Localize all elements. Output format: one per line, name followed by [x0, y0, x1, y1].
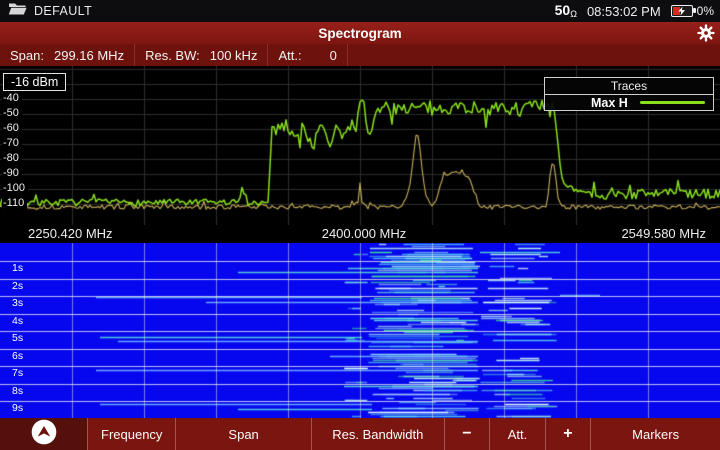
traces-legend[interactable]: Traces Max H	[544, 77, 714, 111]
y-tick: -90	[2, 167, 22, 180]
waterfall-canvas	[0, 243, 720, 418]
preset-button[interactable]: DEFAULT	[0, 1, 92, 21]
preset-name: DEFAULT	[34, 4, 93, 18]
battery-icon	[670, 5, 696, 17]
time-row-label: 9s	[12, 402, 24, 414]
y-tick: -100	[2, 182, 29, 195]
impedance-indicator[interactable]: 50Ω	[555, 2, 577, 20]
frequency-button[interactable]: Frequency	[87, 418, 175, 450]
time-row-label: 1s	[12, 262, 24, 274]
info-bar: Span: 299.16 MHz Res. BW: 100 kHz Att.: …	[0, 44, 720, 66]
time-row-label: 8s	[12, 385, 24, 397]
y-tick: -40	[2, 92, 22, 105]
att-label: Att.:	[278, 47, 302, 63]
battery-indicator: 0%	[670, 4, 714, 18]
home-button[interactable]	[0, 418, 88, 450]
attenuation-minus-button[interactable]: −	[443, 418, 490, 450]
status-right: 50Ω 08:53:02 PM 0%	[555, 2, 720, 20]
title-bar: Spectrogram	[0, 22, 720, 44]
y-tick: -110	[2, 197, 28, 210]
spectrum-plot: -40 -50 -60 -70 -80 -90 -100 -110 -16 dB…	[0, 66, 720, 225]
res-bandwidth-button[interactable]: Res. Bandwidth	[310, 418, 444, 450]
x-tick-center: 2400.000 MHz	[321, 226, 407, 241]
time-row-label: 5s	[12, 332, 24, 344]
y-tick: -70	[2, 137, 22, 150]
status-bar: DEFAULT 50Ω 08:53:02 PM 0%	[0, 0, 720, 22]
time-row-label: 4s	[12, 315, 24, 327]
spectrum-analyzer-app: DEFAULT 50Ω 08:53:02 PM 0% Spectrogram S…	[0, 0, 720, 450]
y-tick: -80	[2, 152, 22, 165]
rbw-value: 100 kHz	[209, 47, 258, 63]
time-row-label: 3s	[12, 297, 24, 309]
bottom-menu-bar: Frequency Span Res. Bandwidth − Att. + M…	[0, 418, 720, 450]
folder-icon	[8, 1, 27, 21]
clock: 08:53:02 PM	[586, 3, 661, 19]
legend-row-maxhold: Max H	[545, 95, 713, 110]
span-value: 299.16 MHz	[53, 47, 125, 63]
gear-icon[interactable]	[697, 24, 715, 42]
y-tick: -60	[2, 122, 22, 135]
rbw-readout: Res. BW: 100 kHz	[135, 44, 269, 66]
att-value: 0	[329, 47, 337, 63]
legend-trace-label: Max H	[591, 95, 628, 110]
time-row-label: 7s	[12, 367, 24, 379]
x-axis-labels: 2250.420 MHz 2400.000 MHz 2549.580 MHz	[0, 225, 720, 243]
page-title: Spectrogram	[318, 25, 402, 41]
legend-trace-line	[639, 101, 705, 104]
ref-level-box: -16 dBm	[3, 73, 67, 91]
span-button[interactable]: Span	[175, 418, 311, 450]
time-row-label: 2s	[12, 280, 24, 292]
span-label: Span:	[10, 47, 44, 63]
rbw-label: Res. BW:	[145, 47, 200, 63]
battery-percent: 0%	[696, 4, 714, 18]
attenuation-plus-button[interactable]: +	[544, 418, 591, 450]
legend-title: Traces	[545, 78, 713, 95]
y-tick: -50	[2, 107, 22, 120]
x-tick-start: 2250.420 MHz	[28, 226, 113, 241]
home-logo-icon	[30, 418, 58, 450]
waterfall-display: 1s 2s 3s 4s 5s 6s 7s 8s 9s	[0, 243, 720, 418]
attenuation-button[interactable]: Att.	[489, 418, 544, 450]
time-row-label: 6s	[12, 350, 24, 362]
x-tick-stop: 2549.580 MHz	[621, 226, 706, 241]
markers-button[interactable]: Markers	[590, 418, 720, 450]
att-readout: Att.: 0	[268, 44, 348, 66]
span-readout: Span: 299.16 MHz	[0, 44, 136, 66]
